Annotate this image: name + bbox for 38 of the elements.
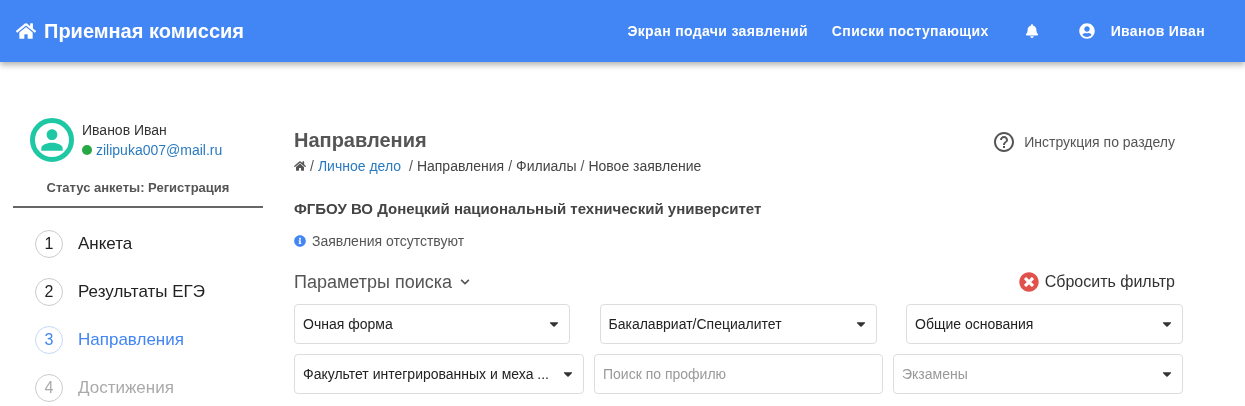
- close-icon: [1018, 271, 1039, 292]
- app-title: Приемная комиссия: [44, 19, 244, 44]
- profile-name: Иванов Иван: [82, 121, 168, 140]
- step-item[interactable]: 2 Результаты ЕГЭ: [35, 267, 206, 316]
- university-name: ФГБОУ ВО Донецкий национальный технический университет: [294, 199, 763, 219]
- help-icon: [992, 130, 1017, 154]
- breadcrumb-separator: /: [508, 157, 513, 176]
- step-item[interactable]: 3 Направления: [35, 315, 184, 364]
- dropdown-field[interactable]: Общие основания: [906, 303, 1183, 344]
- search-params-toggle[interactable]: Параметры поиска: [294, 267, 471, 296]
- breadcrumb-item: Направления: [416, 157, 505, 176]
- info-icon: [294, 234, 306, 247]
- home-icon[interactable]: [16, 21, 36, 41]
- breadcrumb-item: Новое заявление: [588, 157, 702, 176]
- dropdown-field[interactable]: Очная форма: [294, 303, 570, 344]
- breadcrumb-link[interactable]: Личное дело: [317, 156, 401, 176]
- bell-icon[interactable]: [1024, 24, 1039, 38]
- email-link[interactable]: zilipuka007@mail.ru: [96, 140, 223, 160]
- chevron-icon: [460, 276, 471, 287]
- search-field[interactable]: Поиск по профилю: [594, 353, 883, 394]
- breadcrumb-separator: /: [409, 157, 413, 176]
- breadcrumb-item: Филиалы: [516, 157, 577, 176]
- breadcrumb-separator: /: [310, 157, 314, 176]
- user-menu[interactable]: Иванов Иван: [1110, 21, 1205, 41]
- user-icon[interactable]: [1078, 23, 1095, 39]
- page-title: Направления: [294, 128, 428, 153]
- help-link[interactable]: Инструкция по разделу: [992, 130, 1175, 154]
- step-item[interactable]: 1 Анкета: [35, 219, 133, 268]
- nav-link[interactable]: Списки поступающих: [831, 21, 989, 41]
- home-icon[interactable]: [294, 160, 306, 172]
- breadcrumb-separator: /: [580, 157, 585, 176]
- reset-filter-button[interactable]: Сбросить фильтр: [1018, 269, 1175, 294]
- dropdown-field[interactable]: Бакалавриат/Специалитет: [599, 303, 877, 344]
- notice-text: Заявления отсутствуют: [312, 231, 465, 251]
- dropdown-field[interactable]: Факультет интегрированных и меха ...: [294, 353, 584, 394]
- avatar: [30, 118, 74, 162]
- status-text: Статус анкеты: Регистрация: [13, 178, 263, 208]
- nav-link[interactable]: Экран подачи заявлений: [627, 21, 808, 41]
